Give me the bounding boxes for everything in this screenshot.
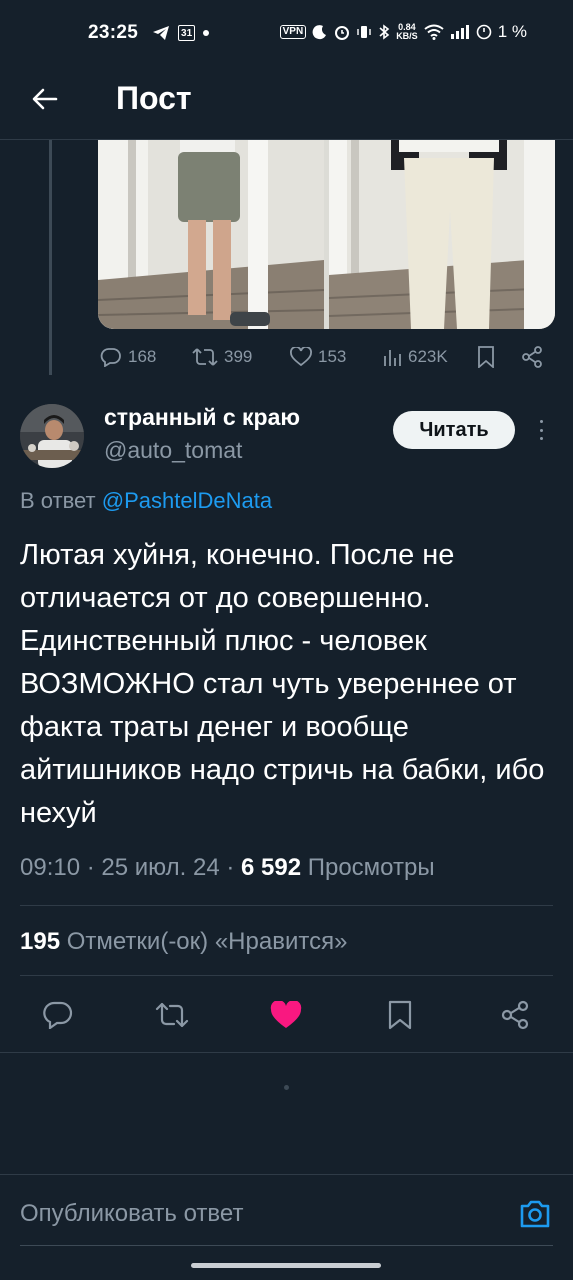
signal-icon (450, 24, 470, 40)
likes-summary[interactable]: 195 Отметки(-ок) «Нравится» (20, 928, 347, 956)
share-icon (522, 346, 542, 368)
wifi-icon (424, 24, 444, 40)
reply-icon (100, 348, 121, 367)
media-photo-left[interactable] (98, 140, 324, 329)
bookmark-button[interactable] (378, 993, 422, 1037)
bluetooth-icon (378, 24, 390, 40)
share-icon (501, 1000, 529, 1030)
retweet-icon (192, 348, 218, 366)
moon-icon (312, 24, 328, 40)
share-button[interactable] (493, 993, 537, 1037)
likes-count: 195 (20, 928, 61, 955)
heart-outline-icon (290, 347, 312, 367)
like-button[interactable] (264, 993, 308, 1037)
retweet-button[interactable] (150, 993, 194, 1037)
divider (20, 905, 553, 906)
status-bar: 23:25 31 VPN 0.84 KB/S 1 % (0, 0, 573, 66)
thread-connector-line (49, 140, 52, 375)
prev-like-button[interactable]: 153 (290, 347, 346, 367)
bookmark-icon (388, 1000, 412, 1030)
tweet-text: Лютая хуйня, конечно. После не отличаетс… (20, 539, 553, 829)
calendar-icon: 31 (178, 25, 196, 41)
retweet-icon (155, 1002, 189, 1028)
alarm-icon (334, 24, 350, 40)
reply-input[interactable]: Опубликовать ответ (20, 1200, 460, 1228)
bookmark-icon (478, 346, 494, 368)
tweet-timestamp: 09:10 · 25 июл. 24 · (20, 854, 241, 881)
loading-indicator (284, 1085, 289, 1090)
heart-filled-icon (270, 1001, 302, 1028)
battery-level: 1 % (497, 22, 527, 41)
status-icons: 31 (152, 25, 210, 41)
prev-reply-button[interactable]: 168 (100, 347, 156, 367)
tweet-actions (20, 993, 553, 1037)
dot-icon (203, 30, 210, 36)
tweet-media-grid[interactable] (98, 140, 555, 329)
battery-icon (476, 24, 492, 40)
likes-label: Отметки(-ок) «Нравится» (60, 928, 348, 955)
author-name[interactable]: странный с краю (104, 404, 300, 431)
prev-retweet-button[interactable]: 399 (192, 347, 252, 367)
avatar[interactable] (20, 404, 84, 468)
vibrate-icon (356, 24, 372, 40)
reply-button[interactable] (36, 993, 80, 1037)
prev-views[interactable]: 623K (382, 347, 448, 367)
vpn-icon: VPN (279, 25, 307, 39)
more-options-icon[interactable] (532, 418, 550, 442)
views-icon (384, 350, 401, 366)
reply-icon (43, 1001, 73, 1029)
status-right: VPN 0.84 KB/S 1 % (279, 22, 527, 42)
tweet-meta: 09:10 · 25 июл. 24 · 6 592 Просмотры (20, 854, 435, 882)
prev-reply-count: 168 (128, 347, 157, 366)
home-indicator[interactable] (191, 1263, 381, 1268)
reply-input-underline (20, 1245, 553, 1246)
views-label: Просмотры (301, 854, 435, 881)
reply-context: В ответ @PashtelDeNata (20, 488, 272, 514)
divider (20, 975, 553, 976)
prev-tweet-actions: 168 399 153 623K (100, 342, 555, 372)
network-speed: 0.84 KB/S (396, 22, 418, 41)
reply-prefix: В ответ (20, 488, 96, 513)
status-time: 23:25 (88, 22, 139, 43)
author-handle[interactable]: @auto_tomat (104, 437, 242, 464)
prev-retweet-count: 399 (224, 347, 253, 366)
prev-bookmark-button[interactable] (477, 346, 495, 368)
prev-like-count: 153 (318, 347, 347, 366)
media-photo-right[interactable] (329, 140, 555, 329)
back-arrow-icon[interactable] (30, 84, 60, 114)
camera-icon[interactable] (518, 1198, 552, 1230)
telegram-icon (152, 25, 170, 41)
prev-share-button[interactable] (521, 346, 543, 368)
divider (0, 1174, 573, 1175)
prev-view-count: 623K (408, 347, 448, 366)
view-count: 6 592 (241, 854, 302, 881)
top-app-bar: Пост (0, 66, 573, 140)
divider (0, 1052, 573, 1053)
reply-to-link[interactable]: @PashtelDeNata (102, 488, 272, 513)
page-title: Пост (116, 80, 192, 116)
follow-button[interactable]: Читать (393, 411, 515, 449)
